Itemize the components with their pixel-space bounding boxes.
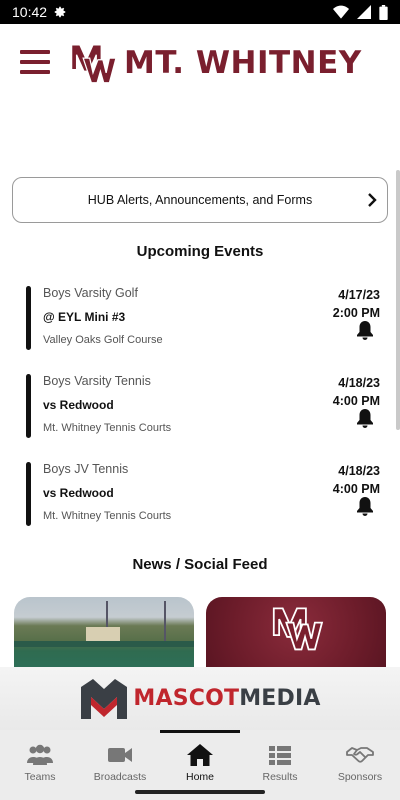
event-location: Mt. Whitney Tennis Courts [43,510,172,522]
bell-icon[interactable] [356,496,374,516]
nav-home[interactable]: Home [160,730,240,786]
results-list-icon [269,746,291,765]
mw-logo-icon [272,607,324,651]
event-item[interactable]: Boys JV Tennis vs Redwood Mt. Whitney Te… [26,462,386,528]
event-accent-bar [26,286,31,350]
nav-broadcasts-label: Broadcasts [93,771,147,783]
event-date: 4/18/23 [338,464,380,478]
event-accent-bar [26,374,31,438]
nav-teams-label: Teams [24,771,56,783]
battery-icon [379,4,388,20]
event-location: Mt. Whitney Tennis Courts [43,422,172,434]
field-light-pole [164,601,166,641]
nav-broadcasts[interactable]: Broadcasts [80,730,160,786]
event-item[interactable]: Boys Varsity Golf @ EYL Mini #3 Valley O… [26,286,386,352]
school-logo[interactable]: MT. WHITNEY [68,40,362,86]
nav-sponsors-label: Sponsors [337,771,383,783]
event-location: Valley Oaks Golf Course [43,334,163,346]
home-icon [187,744,213,766]
sponsor-name: MASCOTMEDIA [133,686,320,711]
teams-icon [27,744,53,765]
hamburger-line [20,50,50,54]
nav-teams[interactable]: Teams [0,730,80,786]
system-home-gesture-handle[interactable] [135,790,265,794]
upcoming-events-title: Upcoming Events [136,243,264,260]
hub-alerts-button[interactable]: HUB Alerts, Announcements, and Forms [12,177,388,223]
event-team: Boys JV Tennis [43,462,129,476]
system-navigation-bar [0,786,400,800]
status-time: 10:42 [12,4,48,20]
event-team: Boys Varsity Tennis [43,374,151,388]
signal-icon [357,5,371,19]
scrollbar[interactable] [396,170,400,430]
app-header: MT. WHITNEY [0,24,400,110]
event-date: 4/18/23 [338,376,380,390]
bottom-nav: Teams Broadcasts Home Results Sponsors [0,730,400,786]
event-opponent: @ EYL Mini #3 [43,310,126,324]
event-time: 4:00 PM [332,482,380,496]
news-card-photo[interactable] [14,597,194,669]
status-icons [333,4,388,20]
bell-icon[interactable] [356,320,374,340]
nav-sponsors[interactable]: Sponsors [320,730,400,786]
active-tab-indicator [160,730,240,733]
event-item[interactable]: Boys Varsity Tennis vs Redwood Mt. Whitn… [26,374,386,440]
wifi-icon [333,5,349,19]
chevron-right-icon [368,193,377,207]
event-accent-bar [26,462,31,526]
news-feed-title: News / Social Feed [132,556,268,573]
news-card-logo[interactable] [206,597,386,669]
settings-gear-icon [54,6,66,18]
hub-alerts-label: HUB Alerts, Announcements, and Forms [87,193,313,207]
event-time: 4:00 PM [332,394,380,408]
event-opponent: vs Redwood [43,486,114,500]
bell-icon[interactable] [356,408,374,428]
event-time: 2:00 PM [332,306,380,320]
handshake-icon [346,747,374,763]
nav-results[interactable]: Results [240,730,320,786]
nav-results-label: Results [262,771,298,783]
hamburger-line [20,70,50,74]
brand-name: MT. WHITNEY [124,45,362,81]
sponsor-banner[interactable]: MASCOTMEDIA [0,667,400,730]
hamburger-line [20,60,50,64]
event-team: Boys Varsity Golf [43,286,138,300]
mw-logo-icon [71,44,117,84]
status-bar: 10:42 [0,0,400,24]
hamburger-menu-button[interactable] [20,50,50,74]
event-date: 4/17/23 [338,288,380,302]
sponsor-name-mascot: MASCOT [133,686,240,711]
field-fence [14,641,194,647]
nav-home-label: Home [185,771,214,783]
field-building [86,627,120,641]
event-opponent: vs Redwood [43,398,114,412]
sponsor-name-media: MEDIA [239,686,321,711]
video-camera-icon [108,748,132,762]
mascot-media-logo-icon [81,678,128,719]
